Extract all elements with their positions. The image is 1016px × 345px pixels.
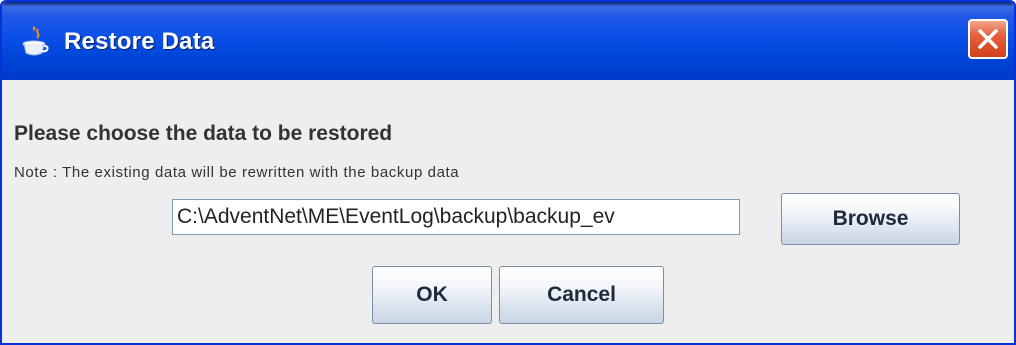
- close-button[interactable]: [968, 19, 1008, 59]
- java-cup-icon: [20, 24, 50, 58]
- title-bar[interactable]: Restore Data: [2, 2, 1014, 80]
- close-icon: [978, 29, 998, 49]
- browse-button[interactable]: Browse: [781, 193, 960, 245]
- backup-path-input[interactable]: [172, 199, 740, 235]
- ok-button[interactable]: OK: [372, 266, 492, 324]
- window-title: Restore Data: [64, 28, 215, 55]
- dialog-content: Please choose the data to be restored No…: [2, 80, 1014, 343]
- dialog-note: Note : The existing data will be rewritt…: [14, 164, 460, 181]
- cancel-button[interactable]: Cancel: [499, 266, 664, 324]
- restore-data-window: Restore Data Please choose the data to b…: [0, 0, 1016, 345]
- dialog-heading: Please choose the data to be restored: [14, 122, 393, 145]
